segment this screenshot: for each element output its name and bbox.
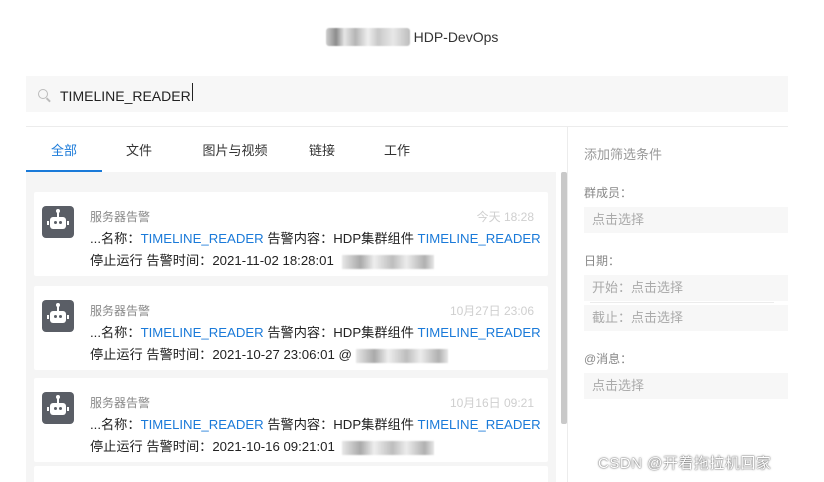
search-input[interactable]: TIMELINE_READER <box>60 82 193 106</box>
tab-links[interactable]: 链接 <box>294 136 350 172</box>
message-text-line1: ...名称：TIMELINE_READER 告警内容：HDP集群组件 TIMEL… <box>90 231 541 246</box>
date-start-select[interactable]: 开始：点击选择 <box>584 275 788 301</box>
search-highlight: TIMELINE_READER <box>417 417 541 432</box>
list-item[interactable]: 服务器告警 10月27日 23:06 ...名称：TIMELINE_READER… <box>34 286 548 370</box>
date-end-select[interactable]: 截止：点击选择 <box>584 305 788 331</box>
robot-icon <box>42 300 74 332</box>
search-highlight: TIMELINE_READER <box>140 417 264 432</box>
tab-images-videos[interactable]: 图片与视频 <box>176 136 294 172</box>
members-label: 群成员： <box>584 186 633 200</box>
message-time: 10月16日 09:21 <box>449 396 534 410</box>
message-sender: 服务器告警 <box>90 210 151 224</box>
text-caret <box>191 82 193 101</box>
search-icon <box>38 89 48 99</box>
message-time: 今天 18:28 <box>476 210 534 224</box>
search-highlight: TIMELINE_READER <box>140 231 264 246</box>
window-title: HDP-DevOps <box>325 28 499 46</box>
mention-select[interactable]: 点击选择 <box>584 373 788 399</box>
message-text-line2: 停止运行 告警时间：2021-11-02 18:28:01 <box>90 250 434 269</box>
search-input-value: TIMELINE_READER <box>60 87 191 104</box>
search-results-list: 服务器告警 今天 18:28 ...名称：TIMELINE_READER 告警内… <box>26 172 556 482</box>
blurred-mentions <box>341 254 434 269</box>
message-sender: 服务器告警 <box>90 304 151 318</box>
message-sender: 服务器告警 <box>90 396 151 410</box>
date-divider <box>590 302 774 303</box>
list-item[interactable]: 服务器告警 10月16日 09:21 ...名称：TIMELINE_READER… <box>34 378 548 462</box>
filter-panel-title: 添加筛选条件 <box>584 147 663 162</box>
message-text-line1: ...名称：TIMELINE_READER 告警内容：HDP集群组件 TIMEL… <box>90 417 541 432</box>
message-text-line2: 停止运行 告警时间：2021-10-16 09:21:01 <box>90 436 435 455</box>
robot-icon <box>42 206 74 238</box>
window-title-bar: HDP-DevOps <box>0 28 824 64</box>
message-text-line2: 停止运行 告警时间：2021-10-27 23:06:01 @ <box>90 344 448 363</box>
members-select[interactable]: 点击选择 <box>584 207 788 233</box>
date-label: 日期： <box>584 254 621 268</box>
tab-all[interactable]: 全部 <box>26 136 102 172</box>
list-item[interactable] <box>34 466 548 482</box>
search-highlight: TIMELINE_READER <box>417 231 541 246</box>
watermark: CSDN @开着拖拉机回家 <box>598 455 772 472</box>
search-highlight: TIMELINE_READER <box>417 325 541 340</box>
tab-files[interactable]: 文件 <box>102 136 176 172</box>
robot-icon <box>42 392 74 424</box>
tab-bar: 全部 文件 图片与视频 链接 工作 <box>26 136 444 172</box>
blurred-group-name <box>325 28 410 46</box>
search-highlight: TIMELINE_READER <box>140 325 264 340</box>
list-item[interactable]: 服务器告警 今天 18:28 ...名称：TIMELINE_READER 告警内… <box>34 192 548 276</box>
window-title-text: HDP-DevOps <box>413 29 499 45</box>
message-text-line1: ...名称：TIMELINE_READER 告警内容：HDP集群组件 TIMEL… <box>90 325 541 340</box>
search-bar[interactable]: TIMELINE_READER <box>26 76 788 112</box>
blurred-mentions <box>342 440 435 455</box>
tab-work[interactable]: 工作 <box>350 136 444 172</box>
message-time: 10月27日 23:06 <box>449 304 534 318</box>
panel-divider <box>567 127 568 482</box>
mention-label: @消息： <box>584 352 633 366</box>
blurred-mentions <box>355 348 448 363</box>
results-scrollbar[interactable] <box>561 172 567 424</box>
header-divider <box>26 126 788 127</box>
